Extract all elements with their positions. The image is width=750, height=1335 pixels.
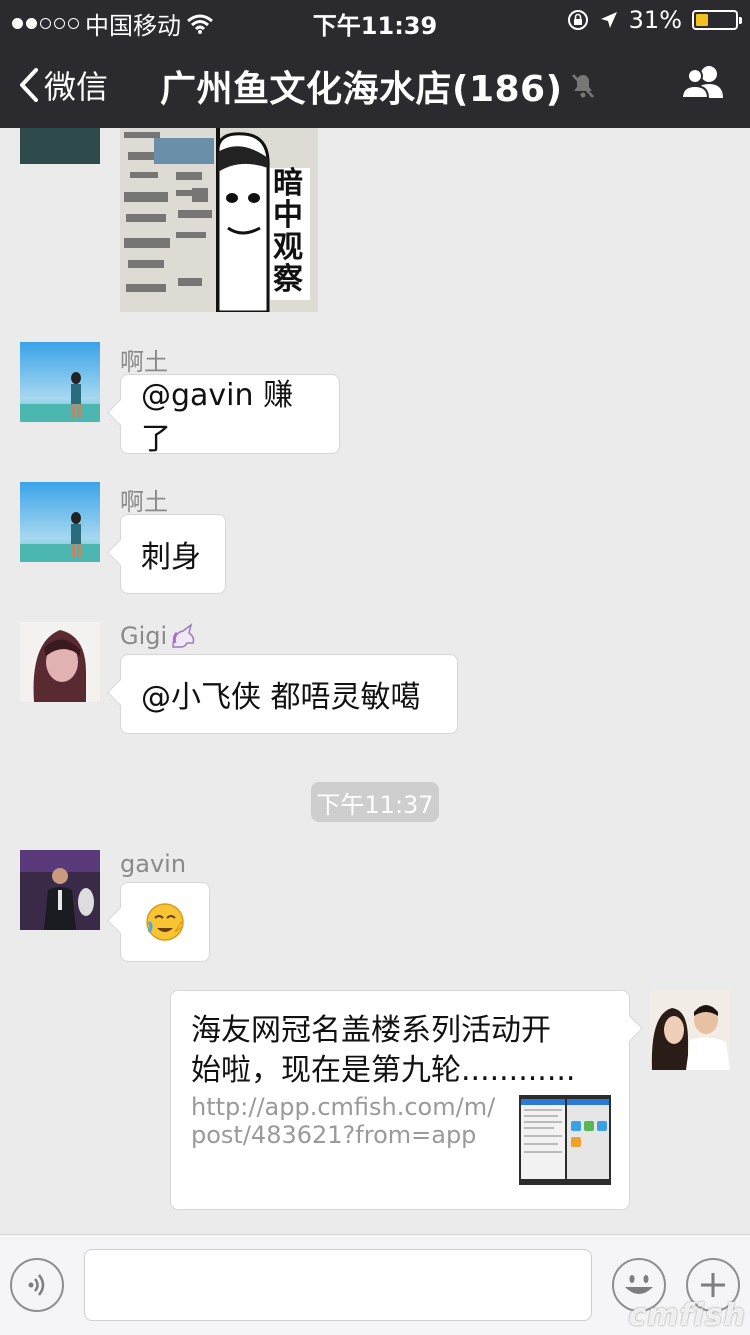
watermark: cmfish <box>628 1298 746 1333</box>
sticker-caption: 暗中观察 <box>273 166 303 297</box>
top-bar: 中国移动 下午11:39 31% 微信 广州鱼文化海水店(186) <box>0 0 750 128</box>
crying-face-icon <box>146 903 184 941</box>
voice-button[interactable] <box>10 1258 64 1312</box>
status-bar: 中国移动 下午11:39 31% <box>0 0 750 40</box>
message-bubble[interactable]: @gavin 赚了 <box>120 374 340 457</box>
voice-icon <box>28 1274 45 1296</box>
message-text: @gavin 赚了 <box>141 378 294 457</box>
page-title: 广州鱼文化海水店(186) <box>160 60 595 112</box>
group-members-button[interactable] <box>680 64 726 104</box>
battery-percent: 31% <box>628 6 682 34</box>
link-thumbnail <box>519 1095 611 1185</box>
avatar[interactable] <box>20 128 100 164</box>
chat-title: 广州鱼文化海水店(186) <box>160 69 563 110</box>
link-title: 海友网冠名盖楼系列活动开 始啦，现在是第九轮............ <box>191 1013 576 1088</box>
group-icon <box>680 66 723 99</box>
mute-icon <box>571 74 594 98</box>
avatar[interactable] <box>20 850 100 930</box>
time-separator: 下午11:37 <box>311 782 439 822</box>
sender-name-row: Gigi <box>120 622 197 650</box>
back-label: 微信 <box>44 68 109 106</box>
sender-name: gavin <box>120 850 187 878</box>
location-icon <box>600 12 617 28</box>
message-bubble[interactable] <box>120 882 210 962</box>
chat-area[interactable]: 暗中观察 啊土 @gavin 赚了 啊土 刺身 Gigi @小飞侠 都唔灵敏噶 … <box>0 128 750 1234</box>
link-url: http://app.cmfish.com/m/ post/483621?fro… <box>191 1093 496 1149</box>
message-text: @小飞侠 都唔灵敏噶 <box>141 680 421 715</box>
input-bar: cmfish <box>0 1234 750 1335</box>
message-text: 刺身 <box>141 540 201 575</box>
sticker-image[interactable]: 暗中观察 <box>120 128 318 312</box>
message-bubble[interactable]: @小飞侠 都唔灵敏噶 <box>120 654 458 734</box>
link-card[interactable]: 海友网冠名盖楼系列活动开 始啦，现在是第九轮............ http:… <box>170 990 630 1210</box>
avatar[interactable] <box>20 622 100 702</box>
back-button[interactable]: 微信 <box>18 62 108 108</box>
message-bubble[interactable]: 刺身 <box>120 514 226 594</box>
avatar[interactable] <box>20 482 100 562</box>
message-input[interactable] <box>84 1249 592 1321</box>
sender-name: Gigi <box>120 622 168 650</box>
rotation-lock-icon <box>567 10 588 30</box>
battery-icon <box>692 10 742 30</box>
unicorn-icon <box>172 623 195 648</box>
battery-level <box>696 14 708 26</box>
sender-name: 啊土 <box>120 488 168 516</box>
avatar[interactable] <box>20 342 100 422</box>
chevron-left-icon <box>20 68 38 102</box>
my-avatar[interactable] <box>650 990 730 1070</box>
navigation-bar: 微信 广州鱼文化海水店(186) <box>0 40 750 128</box>
plus-icon <box>701 1273 725 1297</box>
